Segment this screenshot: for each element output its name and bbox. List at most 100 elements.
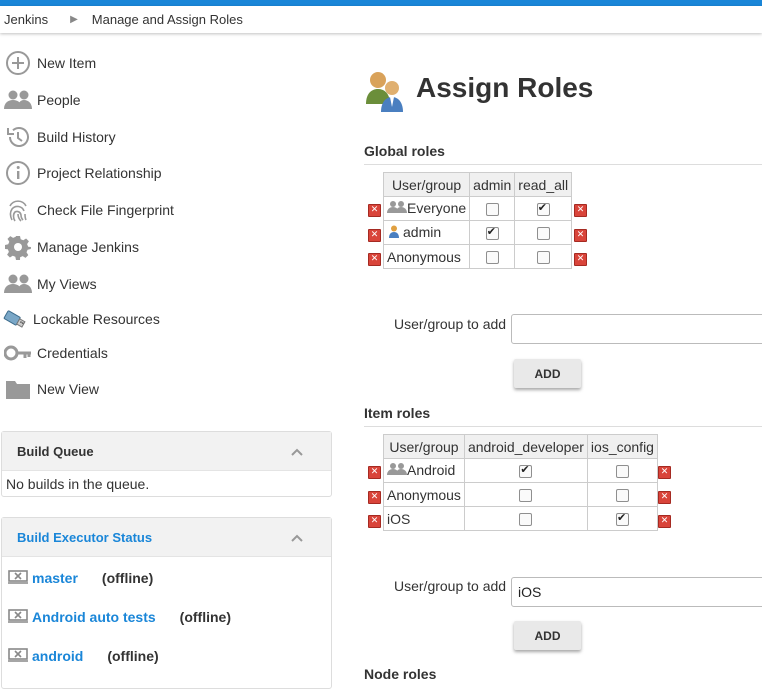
global-roles-title: Global roles	[364, 143, 445, 159]
executor-status: (offline)	[107, 648, 159, 664]
sidebar-item-label: New Item	[37, 55, 97, 71]
checkbox-cell	[469, 244, 516, 269]
sidebar-item-people[interactable]: People	[0, 82, 81, 118]
table-row: iOS	[383, 506, 658, 531]
global-user-group-input[interactable]	[511, 314, 762, 344]
user-cell: admin	[382, 220, 471, 245]
role-checkbox[interactable]	[536, 201, 550, 217]
node-roles-title: Node roles	[364, 666, 437, 682]
table-row: admin	[382, 220, 573, 245]
group-icon	[387, 200, 407, 217]
checkbox-cell	[469, 220, 516, 245]
checkbox-cell	[463, 506, 588, 531]
role-checkbox[interactable]	[615, 511, 629, 527]
role-checkbox[interactable]	[519, 463, 533, 479]
item-add-button[interactable]: ADD	[514, 621, 581, 650]
column-header: read_all	[514, 172, 573, 197]
delete-row-icon[interactable]: ✕	[368, 491, 381, 504]
item-user-group-input[interactable]	[511, 577, 762, 607]
user-name: Anonymous	[387, 486, 461, 503]
delete-row-icon[interactable]: ✕	[574, 204, 587, 217]
delete-row-icon[interactable]: ✕	[658, 515, 671, 528]
page-title: Assign Roles	[416, 72, 594, 103]
offline-computer-icon	[8, 608, 28, 626]
chevron-up-icon[interactable]	[291, 444, 303, 459]
role-checkbox[interactable]	[615, 465, 629, 479]
sidebar-item-label: Build History	[37, 129, 116, 145]
role-checkbox[interactable]	[536, 227, 550, 241]
role-checkbox[interactable]	[536, 251, 550, 265]
delete-row-icon[interactable]: ✕	[368, 204, 381, 217]
sidebar-item-new-view[interactable]: New View	[0, 371, 99, 407]
executor-row: master (offline)	[8, 567, 153, 589]
executor-status-title[interactable]: Build Executor Status	[17, 530, 152, 545]
divider	[364, 164, 762, 165]
global-add-button[interactable]: ADD	[514, 359, 581, 388]
people-icon	[4, 270, 32, 298]
table-row: Android	[383, 458, 658, 483]
executor-name[interactable]: Android auto tests	[32, 609, 156, 625]
delete-row-icon[interactable]: ✕	[368, 229, 381, 242]
executor-row: Android auto tests (offline)	[8, 606, 231, 628]
global-roles-table: User/group admin read_all Everyone admin…	[382, 172, 573, 269]
sidebar-item-my-views[interactable]: My Views	[0, 266, 97, 302]
table-row: Anonymous	[382, 244, 573, 269]
sidebar-item-label: New View	[37, 381, 99, 397]
executor-name[interactable]: android	[32, 648, 83, 664]
folder-icon	[4, 375, 32, 403]
delete-row-icon[interactable]: ✕	[368, 253, 381, 266]
user-cell: Android	[383, 458, 465, 483]
sidebar-item-check-file-fingerprint[interactable]: Check File Fingerprint	[0, 192, 174, 228]
delete-row-icon[interactable]: ✕	[368, 466, 381, 479]
sidebar-item-new-item[interactable]: New Item	[0, 45, 96, 81]
column-header: ios_config	[586, 434, 658, 459]
offline-computer-icon	[8, 647, 28, 665]
sidebar-item-label: People	[37, 92, 81, 108]
sidebar-item-label: Manage Jenkins	[37, 239, 139, 255]
role-checkbox[interactable]	[615, 489, 629, 503]
sidebar-item-project-relationship[interactable]: Project Relationship	[0, 155, 162, 191]
breadcrumb-jenkins[interactable]: Jenkins	[0, 12, 48, 27]
role-checkbox[interactable]	[485, 225, 499, 241]
user-cell: Anonymous	[382, 244, 471, 269]
sidebar-item-label: Credentials	[37, 345, 108, 361]
assign-roles-icon	[364, 68, 408, 115]
user-name: iOS	[387, 510, 411, 527]
chevron-up-icon[interactable]	[291, 530, 303, 545]
user-cell: Everyone	[382, 196, 471, 221]
item-add-label: User/group to add	[394, 578, 507, 594]
role-checkbox[interactable]	[485, 203, 499, 217]
build-queue-header: Build Queue	[2, 432, 331, 471]
sidebar-item-build-history[interactable]: Build History	[0, 119, 116, 155]
breadcrumb-current[interactable]: Manage and Assign Roles	[92, 12, 243, 27]
breadcrumb-chevron-icon: ▶	[70, 14, 78, 25]
sidebar-item-manage-jenkins[interactable]: Manage Jenkins	[0, 229, 139, 265]
delete-row-icon[interactable]: ✕	[658, 466, 671, 479]
gear-icon	[4, 233, 32, 261]
checkbox-cell	[586, 506, 658, 531]
people-icon	[4, 86, 32, 114]
sidebar-item-lockable-resources[interactable]: Lockable Resources	[0, 301, 160, 337]
build-queue-title[interactable]: Build Queue	[17, 444, 94, 459]
sidebar-item-label: Project Relationship	[37, 165, 162, 181]
table-header-row: User/group admin read_all	[382, 172, 573, 197]
delete-row-icon[interactable]: ✕	[574, 229, 587, 242]
column-header: User/group	[383, 434, 465, 459]
checkbox-cell	[514, 220, 573, 245]
delete-row-icon[interactable]: ✕	[658, 491, 671, 504]
delete-row-icon[interactable]: ✕	[368, 515, 381, 528]
executor-name[interactable]: master	[32, 570, 78, 586]
column-header: android_developer	[463, 434, 588, 459]
checkbox-cell	[586, 482, 658, 507]
global-add-label: User/group to add	[394, 316, 507, 332]
delete-row-icon[interactable]: ✕	[574, 253, 587, 266]
table-row: Everyone	[382, 196, 573, 221]
column-header: User/group	[382, 172, 471, 197]
role-checkbox[interactable]	[485, 251, 499, 265]
role-checkbox[interactable]	[519, 513, 533, 527]
user-name: Anonymous	[387, 248, 461, 265]
sidebar-item-credentials[interactable]: Credentials	[0, 335, 108, 371]
group-icon	[387, 462, 407, 479]
role-checkbox[interactable]	[519, 489, 533, 503]
user-icon	[389, 225, 399, 241]
